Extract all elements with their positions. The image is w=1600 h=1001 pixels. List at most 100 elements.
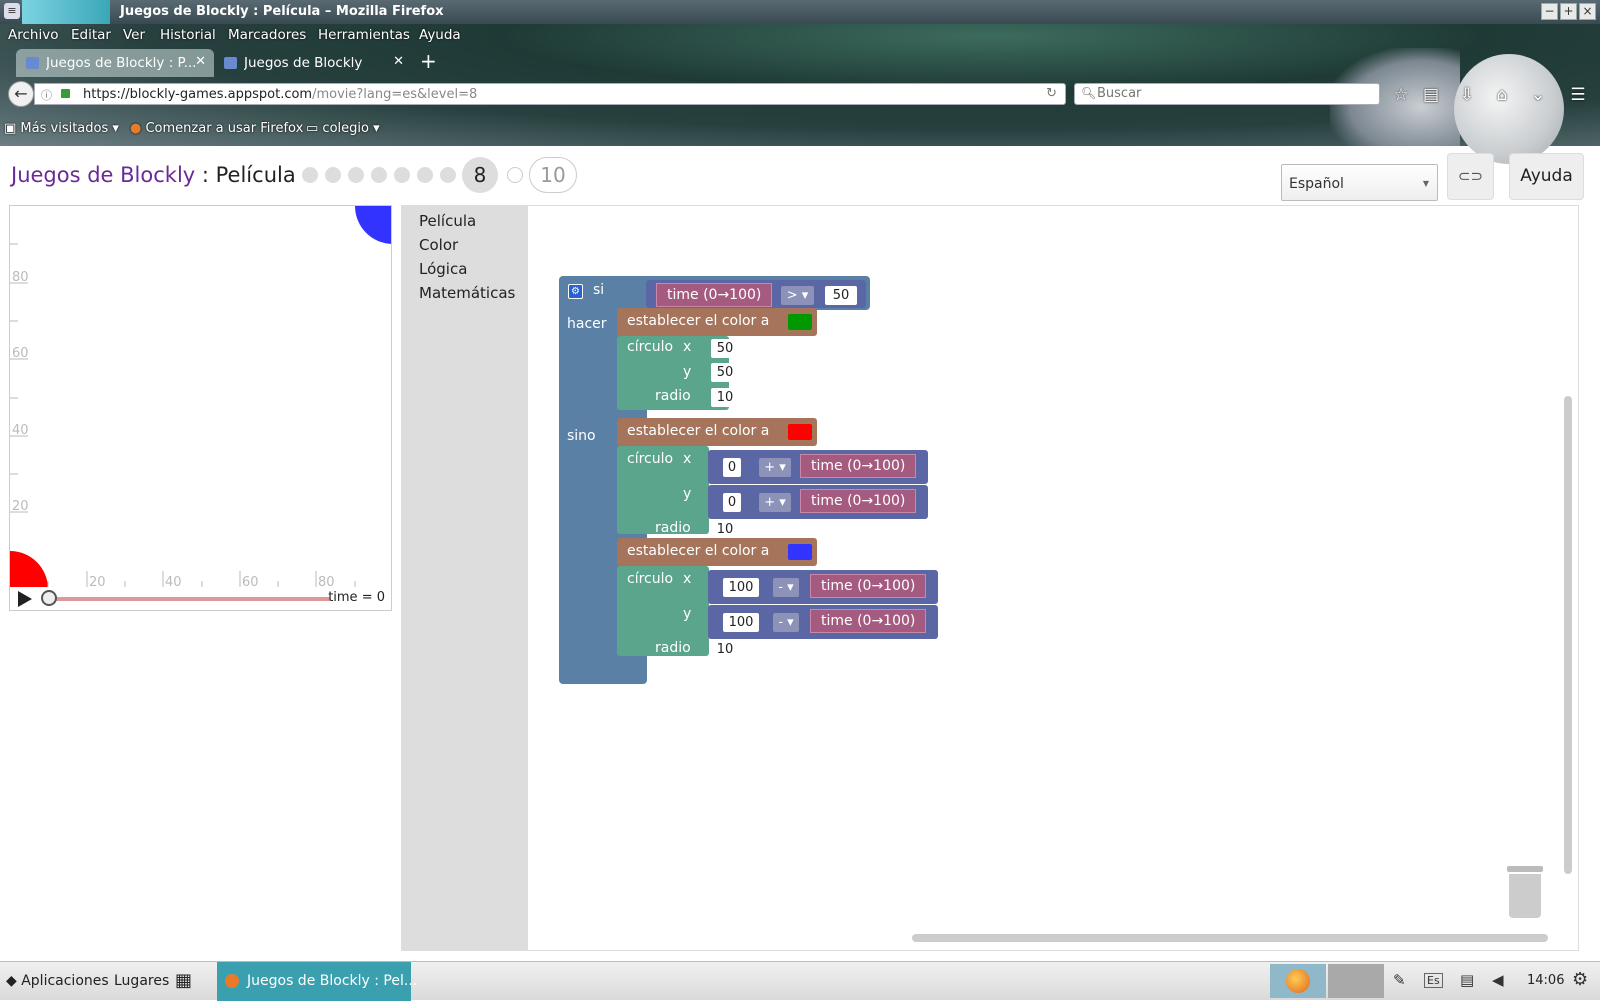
- menu-herramientas[interactable]: Herramientas: [318, 27, 410, 43]
- else-label: sino: [567, 428, 596, 444]
- url-text: https://blockly-games.appspot.com/movie?…: [83, 87, 477, 102]
- clock[interactable]: 14:06: [1527, 973, 1564, 988]
- circle-label: círculo: [627, 571, 674, 587]
- bookmarks-bar: ▣ Más visitados ▾ ● Comenzar a usar Fire…: [0, 118, 400, 140]
- workspace-2[interactable]: [1328, 964, 1384, 998]
- menu-ver[interactable]: Ver: [123, 27, 145, 43]
- blockly-workspace[interactable]: ⚙ si hacer sino time (0→100) > ▾ 50 esta…: [528, 205, 1579, 951]
- clipboard-icon[interactable]: ▤: [1460, 971, 1474, 989]
- workspace-1[interactable]: [1270, 964, 1326, 998]
- settings-gear-icon[interactable]: ⚙: [1572, 969, 1588, 990]
- color-swatch-blue[interactable]: [788, 544, 812, 560]
- level-2-dot[interactable]: [325, 167, 341, 183]
- time-block[interactable]: time (0→100): [656, 283, 773, 307]
- level-1-dot[interactable]: [302, 167, 318, 183]
- add-y-operator[interactable]: + ▾: [759, 493, 791, 512]
- toolbox-category-logica[interactable]: Lógica: [419, 260, 467, 278]
- level-last[interactable]: 10: [529, 157, 577, 193]
- bookmark-star-icon[interactable]: ☆: [1390, 84, 1412, 106]
- keyboard-layout[interactable]: Es: [1424, 973, 1443, 988]
- new-tab-button[interactable]: +: [420, 51, 437, 71]
- menu-historial[interactable]: Historial: [160, 27, 216, 43]
- language-select[interactable]: Español ▼: [1281, 164, 1438, 201]
- menu-editar[interactable]: Editar: [71, 27, 111, 43]
- add-x-operator[interactable]: + ▾: [759, 458, 791, 477]
- color-swatch-green[interactable]: [788, 314, 812, 330]
- add-x-number[interactable]: 0: [723, 458, 741, 477]
- set-color-label: establecer el color a: [627, 313, 770, 329]
- reload-icon[interactable]: ↻: [1046, 86, 1057, 101]
- reading-list-icon[interactable]: ▤: [1420, 84, 1442, 106]
- circle-radius-number[interactable]: 10: [711, 640, 739, 659]
- minimize-button[interactable]: −: [1541, 3, 1558, 20]
- subtract-y-number[interactable]: 100: [723, 613, 759, 632]
- trash-icon[interactable]: [1505, 866, 1545, 918]
- add-y-number[interactable]: 0: [723, 493, 741, 512]
- bookmark-getting-started[interactable]: ● Comenzar a usar Firefox: [130, 121, 303, 136]
- circle-y-number[interactable]: 50: [711, 363, 739, 382]
- bookmark-most-visited[interactable]: ▣ Más visitados ▾: [4, 121, 119, 136]
- apps-label: Aplicaciones: [21, 973, 109, 989]
- tab-active[interactable]: Juegos de Blockly : P... ✕: [16, 49, 214, 77]
- network-icon[interactable]: ✎: [1393, 971, 1406, 989]
- time-block[interactable]: time (0→100): [810, 574, 927, 598]
- time-block[interactable]: time (0→100): [800, 489, 917, 513]
- circle-radius-number[interactable]: 10: [711, 520, 739, 539]
- time-block[interactable]: time (0→100): [810, 609, 927, 633]
- level-9-dot[interactable]: [507, 167, 523, 183]
- subtract-x-operator[interactable]: - ▾: [773, 578, 799, 597]
- taskbar-window-firefox[interactable]: Juegos de Blockly : Pel...: [217, 962, 417, 1001]
- mutator-gear-icon[interactable]: ⚙: [568, 284, 583, 299]
- circle-radius-number[interactable]: 10: [711, 388, 739, 407]
- info-icon[interactable]: ⓘ: [41, 87, 52, 103]
- places-menu[interactable]: Lugares: [114, 973, 169, 989]
- help-button[interactable]: Ayuda: [1509, 153, 1584, 200]
- desktop-icon[interactable]: ▦: [175, 970, 192, 991]
- tab-close-icon[interactable]: ✕: [393, 54, 404, 69]
- search-input[interactable]: [1097, 86, 1367, 101]
- home-icon[interactable]: ⌂: [1491, 84, 1513, 106]
- time-slider-knob[interactable]: [41, 590, 57, 606]
- apps-menu[interactable]: ◆ Aplicaciones: [6, 973, 109, 989]
- close-window-button[interactable]: ×: [1579, 3, 1596, 20]
- play-icon[interactable]: [18, 591, 32, 607]
- level-7-dot[interactable]: [440, 167, 456, 183]
- download-icon[interactable]: ⇩: [1456, 84, 1478, 106]
- back-button[interactable]: ←: [8, 81, 34, 107]
- games-link[interactable]: Juegos de Blockly: [11, 163, 195, 187]
- level-3-dot[interactable]: [348, 167, 364, 183]
- level-6-dot[interactable]: [417, 167, 433, 183]
- pocket-icon[interactable]: ⌄: [1527, 84, 1549, 106]
- movie-preview: 80 60 40 20 20 40 60 80: [9, 205, 392, 588]
- volume-icon[interactable]: ◀: [1492, 971, 1504, 989]
- menu-archivo[interactable]: Archivo: [8, 27, 58, 43]
- tab-close-icon[interactable]: ✕: [195, 54, 206, 69]
- window-menu-icon[interactable]: ≡: [4, 3, 20, 19]
- compare-number[interactable]: 50: [825, 286, 857, 305]
- search-bar[interactable]: 🔍︎: [1074, 83, 1380, 105]
- hamburger-menu-icon[interactable]: ☰: [1567, 84, 1589, 106]
- level-5-dot[interactable]: [394, 167, 410, 183]
- x-label: x: [683, 339, 692, 355]
- toolbox-category-color[interactable]: Color: [419, 236, 458, 254]
- horizontal-scrollbar[interactable]: [912, 934, 1548, 942]
- url-bar[interactable]: ⓘ https://blockly-games.appspot.com/movi…: [34, 83, 1066, 105]
- level-4-dot[interactable]: [371, 167, 387, 183]
- link-button[interactable]: ⊂⊃: [1447, 153, 1494, 200]
- toolbox-category-pelicula[interactable]: Película: [419, 212, 476, 230]
- menu-ayuda[interactable]: Ayuda: [419, 27, 461, 43]
- time-slider-track[interactable]: [50, 597, 330, 601]
- vertical-scrollbar[interactable]: [1564, 396, 1572, 874]
- time-block[interactable]: time (0→100): [800, 454, 917, 478]
- bookmark-colegio[interactable]: ▭ colegio ▾: [306, 121, 380, 136]
- tab-inactive[interactable]: Juegos de Blockly ✕: [214, 49, 412, 77]
- subtract-x-number[interactable]: 100: [723, 578, 759, 597]
- menu-marcadores[interactable]: Marcadores: [228, 27, 306, 43]
- toolbox-category-matematicas[interactable]: Matemáticas: [419, 284, 515, 302]
- circle-x-number[interactable]: 50: [711, 339, 739, 358]
- level-current[interactable]: 8: [462, 157, 498, 193]
- color-swatch-red[interactable]: [788, 424, 812, 440]
- subtract-y-operator[interactable]: - ▾: [773, 613, 799, 632]
- maximize-button[interactable]: +: [1560, 3, 1577, 20]
- compare-operator[interactable]: > ▾: [781, 286, 814, 305]
